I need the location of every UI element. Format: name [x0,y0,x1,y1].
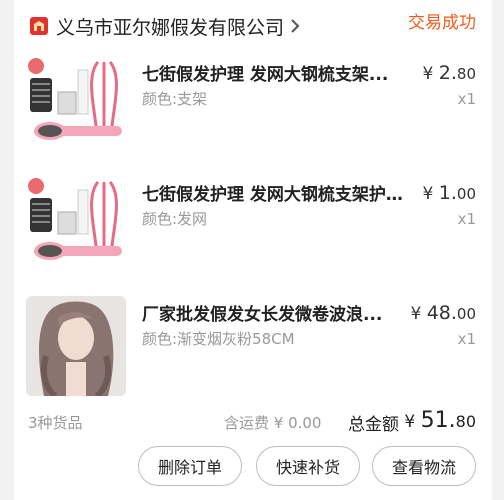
product-title[interactable]: 厂家批发假发女长发微卷波浪... [142,300,404,325]
shop-icon [30,17,48,35]
product-variant: 颜色:发网 [142,210,208,228]
product-quantity: x1 [457,210,476,228]
order-item[interactable]: 七街假发护理 发网大钢梳支架... 颜色:支架 ¥ 2.80 x1 [14,56,492,166]
order-card: 义乌市亚尔娜假发有限公司 交易成功 七街假发护理 发网大钢梳支架... 颜色:支… [14,0,492,500]
product-price: ¥ 2.80 [422,62,476,84]
order-actions: 删除订单 快速补货 查看物流 [14,446,492,490]
total-amount: ¥ 51.80 [404,408,476,433]
product-image[interactable] [26,296,126,396]
product-image[interactable] [26,56,126,156]
product-quantity: x1 [457,90,476,108]
total-label: 总金额 [348,415,399,435]
item-count: 3种货品 [28,414,83,432]
quick-restock-button[interactable]: 快速补货 [256,446,360,486]
product-title[interactable]: 七街假发护理 发网大钢梳支架... [142,60,404,85]
shop-name[interactable]: 义乌市亚尔娜假发有限公司 [56,13,284,40]
order-summary: 3种货品 含运费 ¥ 0.00 总金额 ¥ 51.80 [14,408,492,436]
order-status: 交易成功 [408,13,476,33]
product-price: ¥ 1.00 [422,182,476,204]
product-title[interactable]: 七街假发护理 发网大钢梳支架护... [142,180,404,205]
product-quantity: x1 [457,330,476,348]
shipping-fee: 含运费 ¥ 0.00 [224,414,322,432]
product-variant: 颜色:支架 [142,90,208,108]
order-item[interactable]: 厂家批发假发女长发微卷波浪... 颜色:渐变烟灰粉58CM ¥ 48.00 x1 [14,296,492,406]
view-logistics-button[interactable]: 查看物流 [372,446,476,486]
product-variant: 颜色:渐变烟灰粉58CM [142,330,295,348]
product-image[interactable] [26,176,126,276]
delete-order-button[interactable]: 删除订单 [138,446,242,486]
order-item[interactable]: 七街假发护理 发网大钢梳支架护... 颜色:发网 ¥ 1.00 x1 [14,176,492,286]
product-price: ¥ 48.00 [410,302,476,324]
chevron-right-icon[interactable] [290,16,302,36]
